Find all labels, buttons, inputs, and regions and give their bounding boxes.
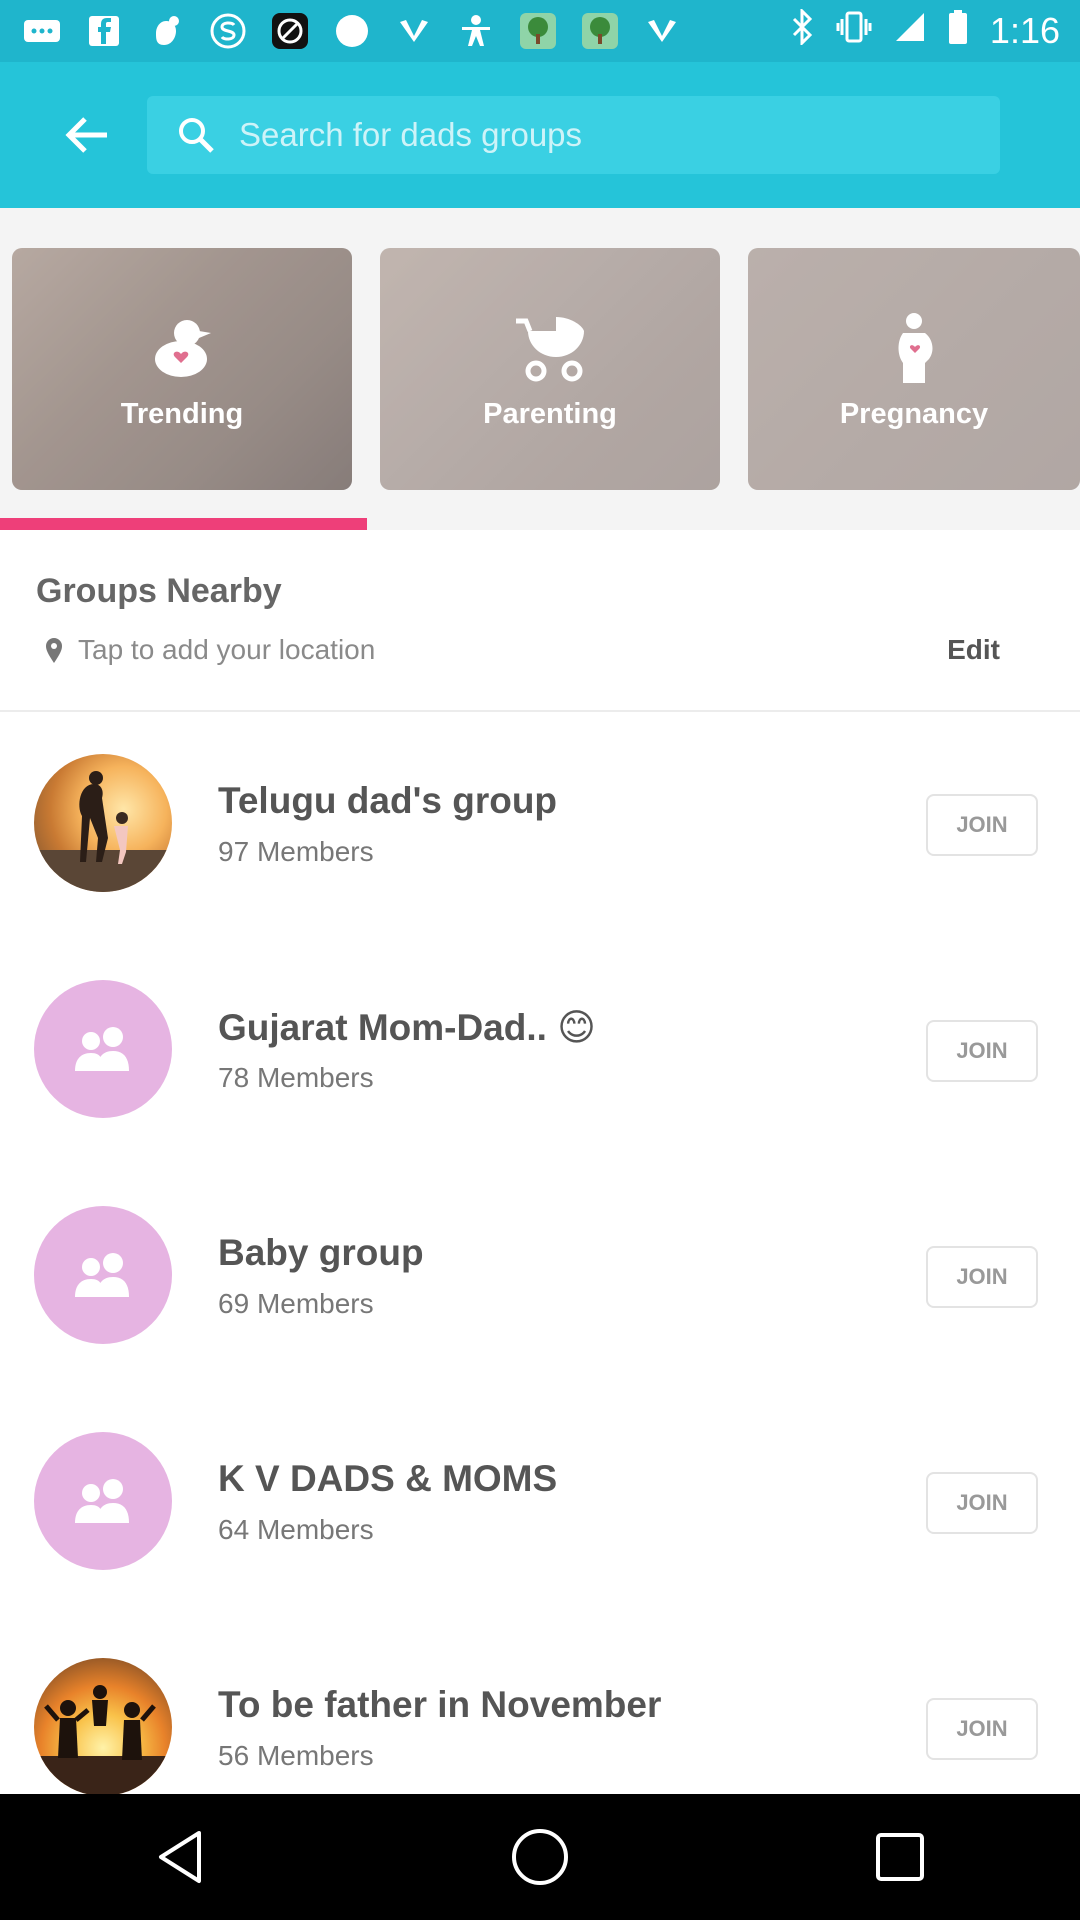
group-avatar — [34, 1432, 172, 1570]
tree-icon — [516, 9, 560, 53]
group-name: Telugu dad's group — [218, 780, 558, 821]
member-label: Members — [256, 1740, 374, 1771]
facebook-icon — [82, 9, 126, 53]
bluetooth-icon — [790, 6, 814, 54]
group-icon — [75, 1027, 129, 1071]
battery-icon — [948, 9, 968, 54]
member-count: 78 Members — [218, 1062, 374, 1094]
notification-icons — [20, 9, 790, 53]
person-icon — [454, 9, 498, 53]
list-item[interactable]: Gujarat Mom-Dad.. 😊 78 Members JOIN — [0, 938, 1080, 1164]
member-number: 69 — [218, 1288, 250, 1319]
stroller-icon — [510, 308, 590, 388]
member-count: 56 Members — [218, 1740, 374, 1772]
search-icon — [171, 110, 221, 160]
member-label: Members — [256, 1514, 374, 1545]
member-label: Members — [256, 1062, 374, 1093]
group-name: Baby group — [218, 1232, 424, 1273]
back-arrow-icon — [65, 117, 107, 153]
join-button[interactable]: JOIN — [926, 1020, 1038, 1082]
status-bar: 1:16 — [0, 0, 1080, 62]
list-item[interactable]: Telugu dad's group 97 Members JOIN — [0, 712, 1080, 938]
duck-icon — [142, 308, 222, 388]
location-text: Tap to add your location — [78, 634, 376, 665]
group-list: Telugu dad's group 97 Members JOIN Gujar… — [0, 712, 1080, 1842]
category-label: Trending — [120, 397, 244, 430]
member-count: 64 Members — [218, 1514, 374, 1546]
pregnant-icon — [874, 308, 954, 388]
message-icon — [20, 9, 64, 53]
join-button[interactable]: JOIN — [926, 1246, 1038, 1308]
s-icon — [206, 9, 250, 53]
add-location-link[interactable]: Tap to add your location — [40, 632, 375, 668]
nav-home-button[interactable] — [500, 1817, 580, 1897]
home-circle-icon — [512, 1829, 568, 1885]
nav-recents-button[interactable] — [860, 1817, 940, 1897]
group-name: K V DADS & MOMS — [218, 1458, 558, 1499]
search-input[interactable] — [239, 116, 959, 154]
member-number: 78 — [218, 1062, 250, 1093]
category-pregnancy[interactable]: Pregnancy — [748, 248, 1080, 490]
join-button[interactable]: JOIN — [926, 1472, 1038, 1534]
member-number: 64 — [218, 1514, 250, 1545]
circle-icon — [330, 9, 374, 53]
join-button[interactable]: JOIN — [926, 794, 1038, 856]
fan-icon — [392, 9, 436, 53]
app-toolbar — [0, 62, 1080, 208]
vibrate-icon — [836, 9, 872, 54]
back-button[interactable] — [50, 99, 122, 171]
tree-icon — [578, 9, 622, 53]
location-pin-icon — [40, 632, 68, 668]
group-icon — [75, 1479, 129, 1523]
category-trending[interactable]: Trending — [12, 248, 352, 490]
member-label: Members — [256, 836, 374, 867]
nav-back-button[interactable] — [140, 1817, 220, 1897]
hand-icon — [144, 9, 188, 53]
join-button[interactable]: JOIN — [926, 1698, 1038, 1760]
member-number: 56 — [218, 1740, 250, 1771]
system-icons: 1:16 — [790, 6, 1060, 54]
group-avatar — [34, 1206, 172, 1344]
list-item[interactable]: Baby group 69 Members JOIN — [0, 1164, 1080, 1390]
list-item[interactable]: K V DADS & MOMS 64 Members JOIN — [0, 1390, 1080, 1616]
fan-icon — [640, 9, 684, 53]
no-sign-icon — [268, 9, 312, 53]
selected-tab-indicator — [0, 518, 367, 530]
group-name: Gujarat Mom-Dad.. 😊 — [218, 1007, 596, 1048]
group-name: To be father in November — [218, 1684, 662, 1725]
category-carousel: Trending Parenting Pregnancy — [0, 208, 1080, 530]
category-label: Pregnancy — [839, 397, 989, 430]
category-parenting[interactable]: Parenting — [380, 248, 720, 490]
app-screen: 1:16 Trending Parenting — [0, 0, 1080, 1920]
category-label: Parenting — [483, 397, 617, 430]
group-avatar — [34, 754, 172, 892]
group-icon — [75, 1253, 129, 1297]
member-count: 97 Members — [218, 836, 374, 868]
member-label: Members — [256, 1288, 374, 1319]
group-avatar — [34, 1658, 172, 1796]
signal-icon — [894, 10, 926, 52]
member-number: 97 — [218, 836, 250, 867]
clock: 1:16 — [989, 10, 1060, 51]
group-avatar — [34, 980, 172, 1118]
search-bar[interactable] — [147, 96, 1000, 174]
recents-square-icon — [876, 1833, 924, 1881]
back-triangle-icon — [159, 1831, 201, 1883]
system-nav-bar — [0, 1794, 1080, 1920]
member-count: 69 Members — [218, 1288, 374, 1320]
edit-location-button[interactable]: Edit — [947, 634, 1000, 666]
groups-nearby-section: Groups Nearby Tap to add your location E… — [0, 530, 1080, 712]
section-title: Groups Nearby — [36, 572, 282, 610]
